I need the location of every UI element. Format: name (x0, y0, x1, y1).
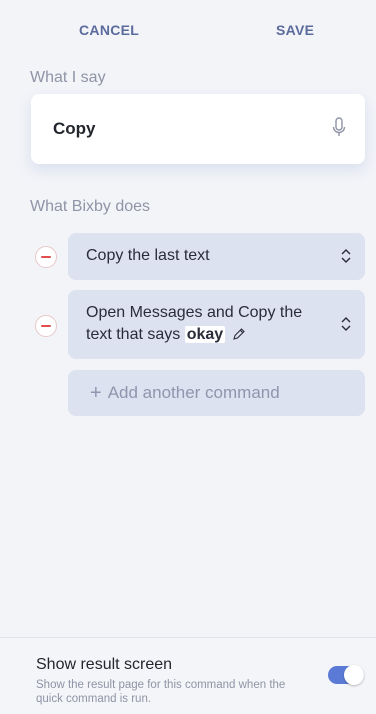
command-item[interactable]: Open Messages and Copy the text that say… (68, 290, 365, 359)
result-screen-setting[interactable]: Show result screen Show the result page … (0, 637, 376, 714)
save-button[interactable]: SAVE (276, 22, 314, 38)
command-keyword[interactable]: okay (184, 326, 226, 343)
edit-pencil-icon[interactable] (232, 327, 246, 341)
remove-command-button[interactable] (35, 315, 57, 337)
phrase-text: Copy (53, 119, 96, 138)
what-bixby-does-label: What Bixby does (30, 198, 151, 215)
microphone-icon[interactable] (331, 116, 347, 140)
add-command-label: + Add another command (90, 382, 280, 405)
reorder-icon[interactable] (341, 249, 351, 263)
add-command-text: Add another command (107, 383, 280, 402)
result-screen-description: Show the result page for this command wh… (36, 679, 286, 705)
what-i-say-label: What I say (30, 69, 106, 86)
result-screen-toggle[interactable] (328, 665, 364, 685)
remove-command-button[interactable] (35, 246, 57, 268)
result-screen-title: Show result screen (36, 656, 173, 673)
top-bar: CANCEL SAVE (0, 0, 376, 62)
cancel-button[interactable]: CANCEL (79, 22, 139, 38)
plus-icon: + (90, 382, 102, 404)
command-item[interactable]: Copy the last text (68, 233, 365, 280)
add-command-button[interactable]: + Add another command (68, 370, 365, 416)
toggle-knob (344, 665, 364, 685)
reorder-icon[interactable] (341, 317, 351, 331)
phrase-card[interactable]: Copy (31, 94, 365, 164)
command-text: Copy the last text (86, 247, 210, 264)
command-text: Open Messages and Copy the text that say… (86, 302, 316, 346)
